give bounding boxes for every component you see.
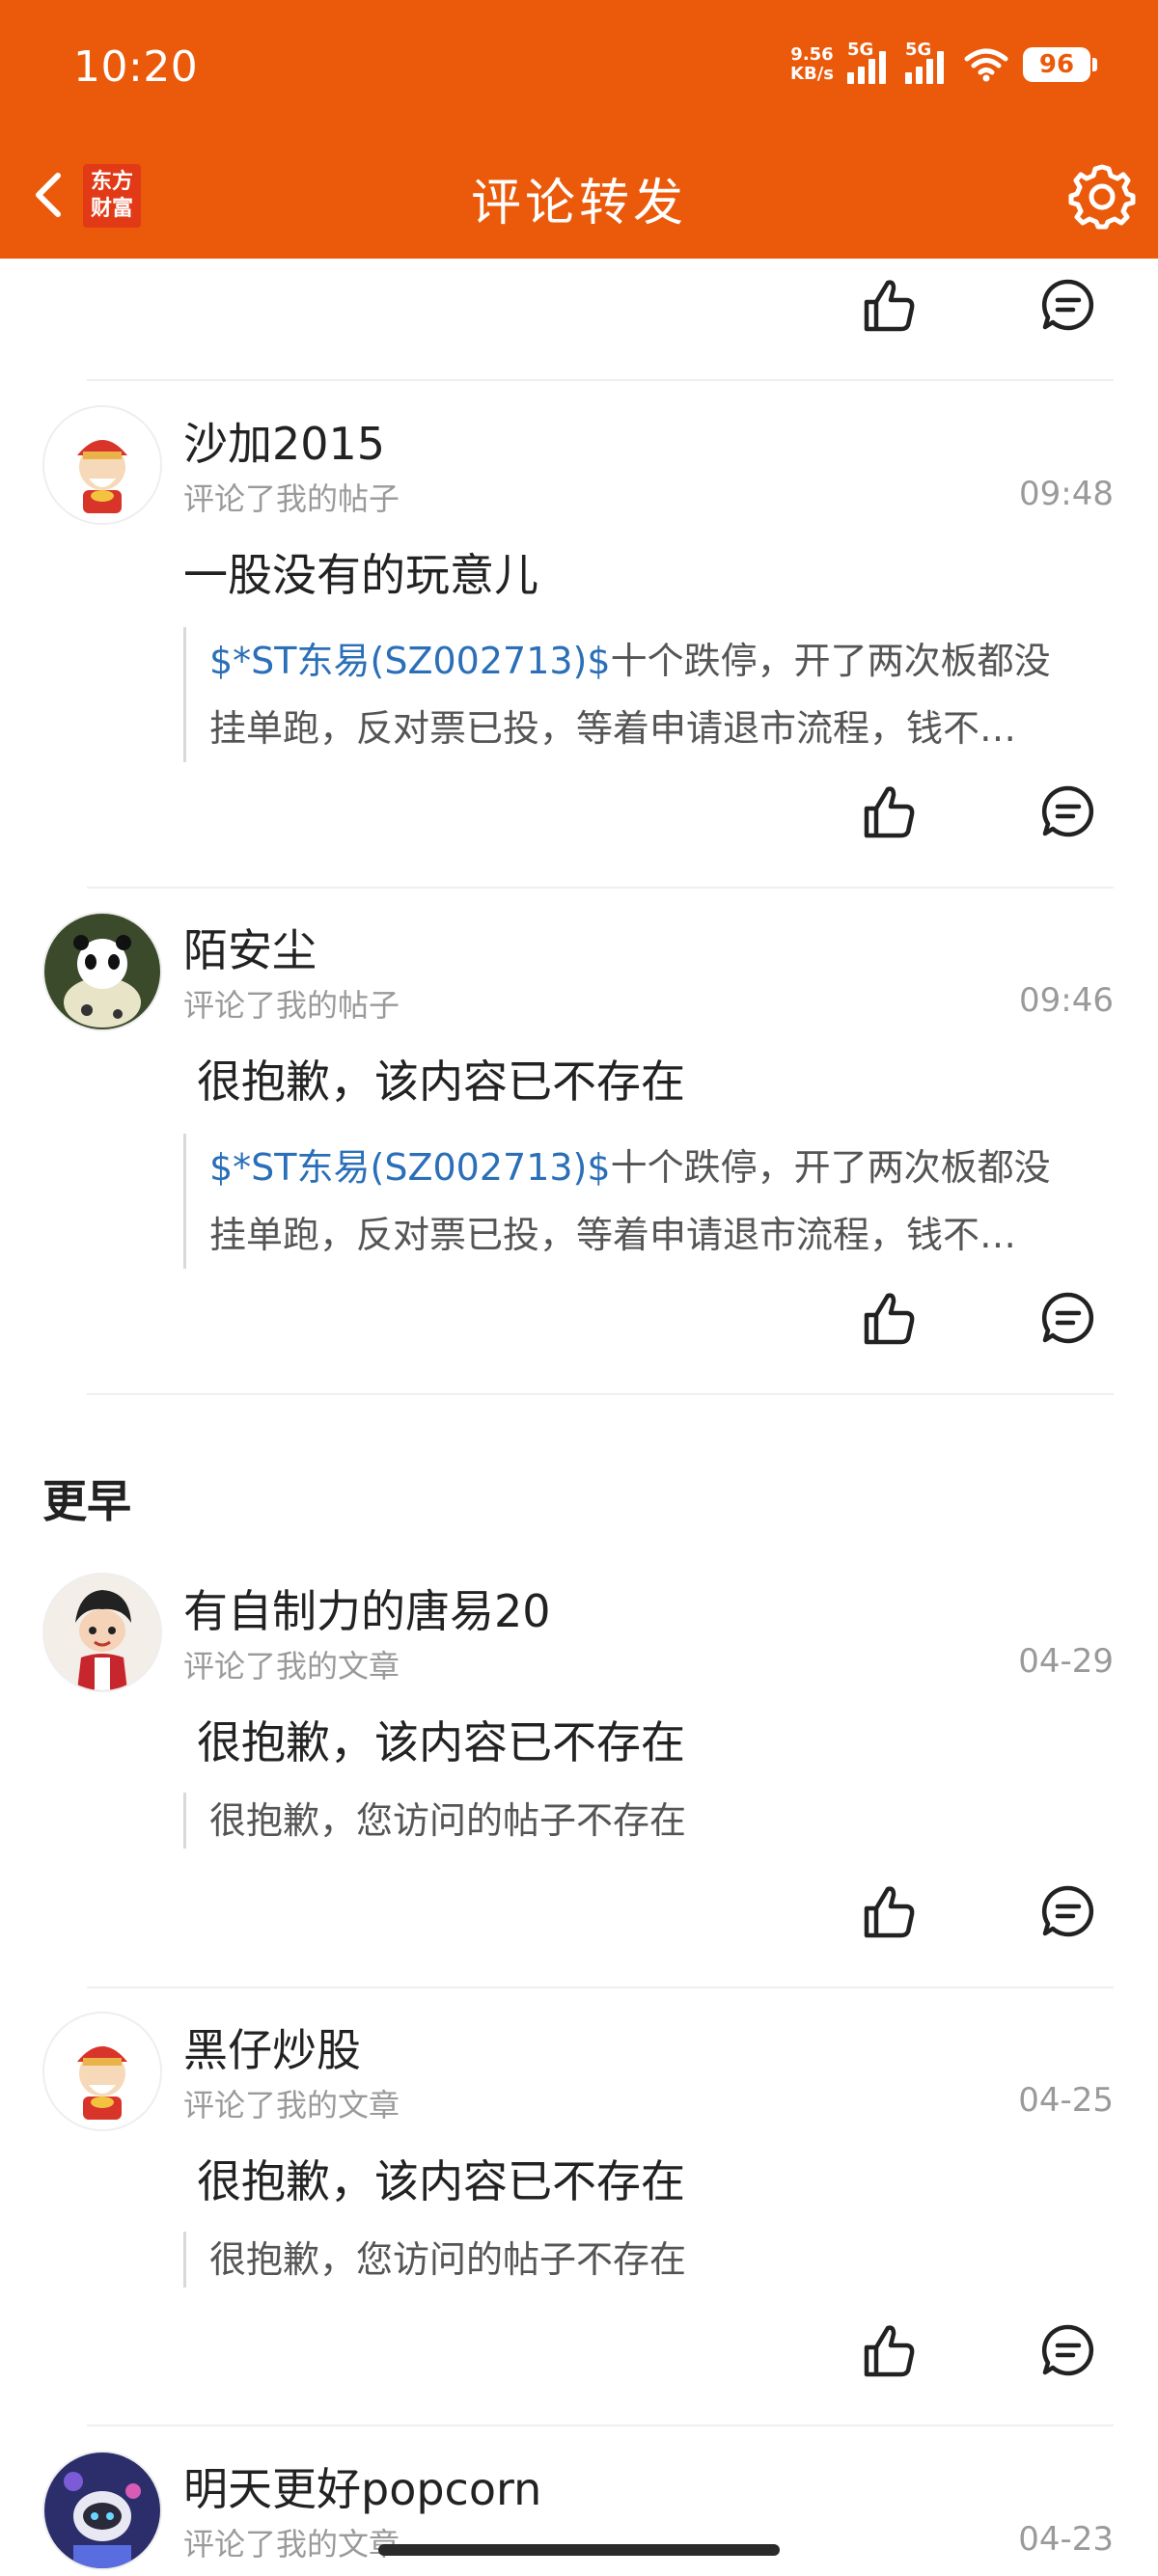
status-time: 10:20	[73, 42, 199, 92]
comment-bubble-icon[interactable]	[1040, 783, 1096, 839]
comment-text[interactable]: 很抱歉，该内容已不存在	[197, 1708, 685, 1771]
thumbs-up-icon[interactable]	[859, 781, 919, 841]
stock-link[interactable]: $*ST东易(SZ002713)$	[209, 1146, 611, 1189]
item-actions	[0, 1881, 1158, 1949]
timestamp: 04-25	[1018, 2081, 1114, 2120]
nav-bar: 东方 财富 评论转发	[0, 145, 1158, 251]
list-item[interactable]: 明天更好popcorn 评论了我的文章 04-23	[0, 2451, 1158, 2576]
user-name[interactable]: 陌安尘	[183, 916, 317, 979]
avatar[interactable]	[42, 405, 162, 525]
avatar[interactable]	[42, 2012, 162, 2131]
divider	[87, 2425, 1114, 2426]
comment-text[interactable]: 很抱歉，该内容已不存在	[197, 2147, 685, 2210]
avatar[interactable]	[42, 912, 162, 1031]
item-actions	[0, 1288, 1158, 1356]
avatar[interactable]	[42, 2451, 162, 2570]
signal-icon: 5G	[905, 40, 950, 84]
comment-bubble-icon[interactable]	[1040, 2322, 1096, 2378]
thumbs-up-icon[interactable]	[859, 1288, 919, 1348]
thumbs-up-icon[interactable]	[859, 2320, 919, 2380]
header-bar: 10:20 9.56 KB/s 5G 5G 96 东方 财富 评论转发	[0, 0, 1158, 259]
action-text: 评论了我的帖子	[183, 987, 400, 1024]
section-title-earlier: 更早	[42, 1475, 131, 1527]
quoted-post[interactable]: 很抱歉，您访问的帖子不存在	[183, 1793, 1136, 1849]
divider	[87, 887, 1114, 889]
item-actions	[0, 275, 1158, 343]
timestamp: 09:46	[1019, 981, 1114, 1020]
timestamp: 09:48	[1019, 475, 1114, 513]
quoted-post[interactable]: $*ST东易(SZ002713)$十个跌停，开了两次板都没 挂单跑，反对票已投，…	[183, 1134, 1136, 1269]
divider	[87, 1393, 1114, 1395]
quoted-post[interactable]: 很抱歉，您访问的帖子不存在	[183, 2232, 1136, 2288]
item-actions	[0, 781, 1158, 849]
avatar[interactable]	[42, 1573, 162, 1692]
user-name[interactable]: 沙加2015	[183, 409, 385, 473]
comment-bubble-icon[interactable]	[1040, 1290, 1096, 1346]
comment-bubble-icon[interactable]	[1040, 1883, 1096, 1939]
stock-link[interactable]: $*ST东易(SZ002713)$	[209, 640, 611, 682]
item-actions	[0, 2320, 1158, 2388]
status-icons: 9.56 KB/s 5G 5G 96	[790, 40, 1097, 89]
action-text: 评论了我的文章	[183, 2087, 400, 2124]
comment-bubble-icon[interactable]	[1040, 277, 1096, 333]
timestamp: 04-29	[1018, 1642, 1114, 1681]
timestamp: 04-23	[1018, 2520, 1114, 2559]
thumbs-up-icon[interactable]	[859, 275, 919, 335]
quoted-post[interactable]: $*ST东易(SZ002713)$十个跌停，开了两次板都没 挂单跑，反对票已投，…	[183, 627, 1136, 762]
user-name[interactable]: 有自制力的唐易20	[183, 1576, 551, 1640]
user-name[interactable]: 明天更好popcorn	[183, 2454, 541, 2518]
wifi-icon	[964, 48, 1008, 82]
divider	[87, 1987, 1114, 1988]
comment-text[interactable]: 很抱歉，该内容已不存在	[197, 1047, 685, 1110]
action-text: 评论了我的帖子	[183, 480, 400, 517]
divider	[87, 379, 1114, 381]
home-indicator[interactable]	[378, 2544, 780, 2556]
network-speed: 9.56 KB/s	[790, 44, 834, 84]
action-text: 评论了我的文章	[183, 2526, 400, 2562]
thumbs-up-icon[interactable]	[859, 1881, 919, 1941]
signal-icon: 5G	[847, 40, 892, 84]
page-title: 评论转发	[470, 175, 687, 233]
battery-indicator: 96	[1023, 47, 1097, 82]
gear-icon[interactable]	[1065, 160, 1139, 233]
status-bar: 10:20 9.56 KB/s 5G 5G 96	[0, 0, 1158, 135]
action-text: 评论了我的文章	[183, 1648, 400, 1685]
comment-text[interactable]: 一股没有的玩意儿	[183, 540, 538, 604]
user-name[interactable]: 黑仔炒股	[183, 2015, 361, 2079]
